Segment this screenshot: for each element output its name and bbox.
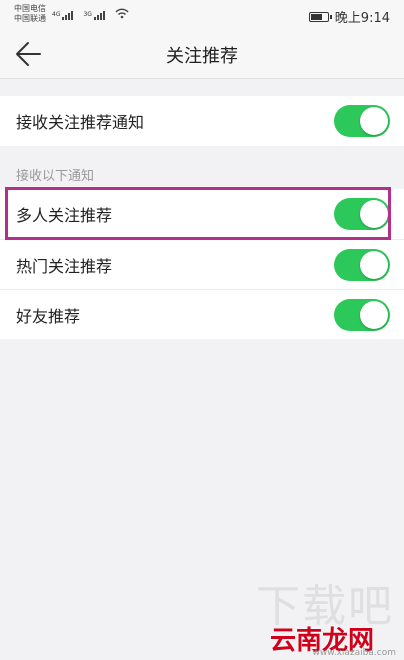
toggle-knob [360, 301, 388, 329]
toggle-knob [360, 251, 388, 279]
signal-1-icon: 4G [52, 11, 74, 20]
main-toggle-switch[interactable] [334, 105, 390, 137]
page-title: 关注推荐 [166, 46, 238, 67]
option-row-friend: 好友推荐 [0, 289, 404, 339]
signal-indicators: 4G 3G [52, 6, 129, 20]
toggle-friend[interactable] [334, 299, 390, 331]
option-row-multi-follow: 多人关注推荐 [0, 189, 404, 239]
section-header: 接收以下通知 [16, 169, 95, 184]
signal-2-icon: 3G [83, 11, 105, 20]
signal-2-label: 3G [83, 11, 92, 18]
carrier-1: 中国电信 [14, 4, 46, 13]
wifi-icon [115, 8, 129, 19]
watermark-url: www.xiazaiba.com [312, 648, 396, 658]
status-right: 晚上9:14 [308, 7, 390, 26]
option-row-hot-follow: 热门关注推荐 [0, 239, 404, 289]
status-time: 晚上9:14 [334, 11, 390, 26]
main-toggle-label: 接收关注推荐通知 [16, 113, 145, 132]
title-bar: 关注推荐 [0, 30, 404, 79]
battery-icon [308, 11, 332, 22]
signal-1-label: 4G [52, 11, 61, 18]
option-label: 热门关注推荐 [16, 256, 113, 276]
carrier-2: 中国联通 [14, 14, 46, 23]
main-toggle-row: 接收关注推荐通知 [0, 96, 404, 146]
option-label: 多人关注推荐 [16, 206, 113, 225]
carrier-names: 中国电信 中国联通 [14, 4, 46, 24]
toggle-knob [360, 107, 388, 135]
status-bar: 中国电信 中国联通 4G 3G 晚上9:14 [0, 0, 404, 30]
option-label: 好友推荐 [16, 306, 81, 326]
notification-options-group: 多人关注推荐 热门关注推荐 好友推荐 [0, 189, 404, 339]
toggle-multi-follow[interactable] [334, 198, 390, 230]
main-toggle-group: 接收关注推荐通知 [0, 96, 404, 146]
toggle-hot-follow[interactable] [334, 249, 390, 281]
toggle-knob [360, 200, 388, 228]
